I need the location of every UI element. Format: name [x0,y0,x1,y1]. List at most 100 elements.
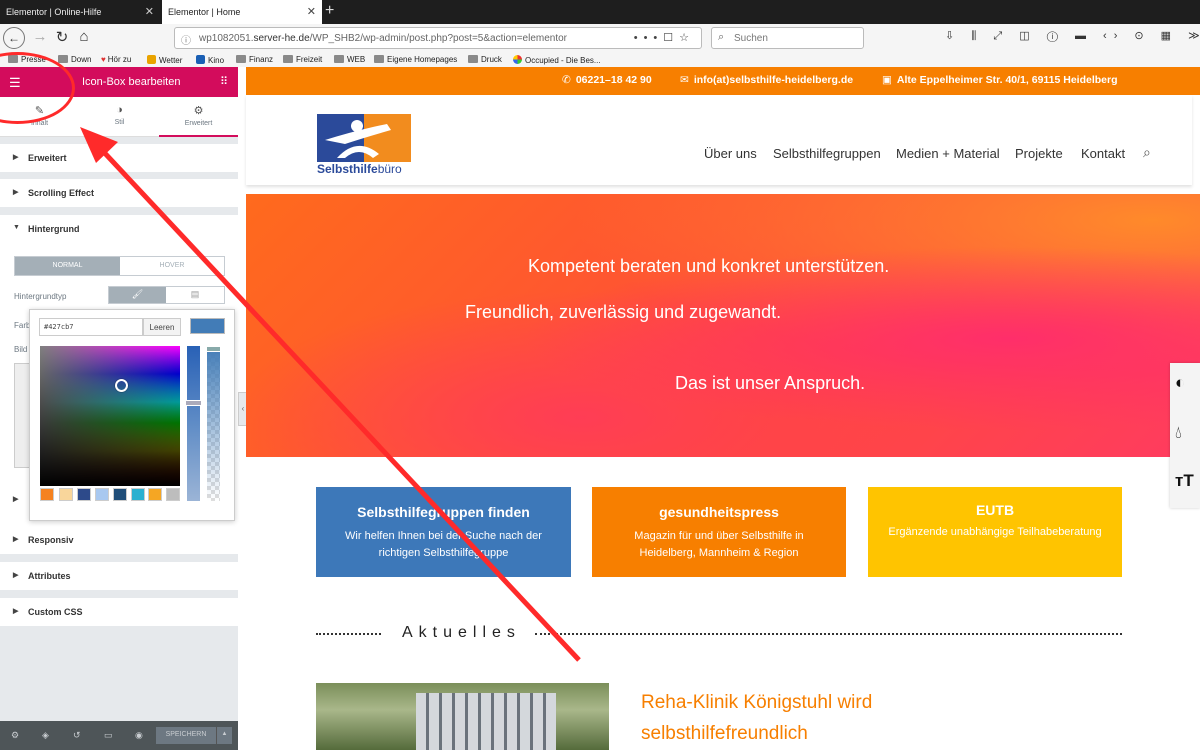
hero-line-2: Freundlich, zuverlässig und zugewandt. [465,302,782,322]
caret-right-icon: ▶ [13,496,19,503]
hex-input[interactable]: #427cb7 [39,318,143,336]
toolbar-icons[interactable]: ⇩ ⫼ ⤢ ◫ ⓘ ▬ ‹› ⊙ ▦ ≫ ☰ [945,29,1200,43]
history-icon[interactable]: ↺ [73,730,81,741]
palette-swatch[interactable] [77,488,91,501]
palette-swatch[interactable] [40,488,54,501]
bookmark[interactable]: Wetter [147,55,182,65]
news-title[interactable]: Reha-Klinik Königstuhl wird selbsthilfef… [641,687,941,749]
state-toggle: NORMAL HOVER [14,256,225,276]
folder-icon [334,55,344,63]
bookmark[interactable]: Kino [196,55,224,65]
widgets-grid-icon[interactable]: ⠿ [220,75,228,88]
menu-item-kontakt[interactable]: Kontakt [1081,146,1125,161]
new-tab-icon[interactable]: + [325,2,334,20]
bookmark-folder[interactable]: Druck [468,55,502,64]
tab-stil[interactable]: ◑ Stil [80,97,159,137]
section-custom-css[interactable]: ▶ Custom CSS [0,598,238,626]
palette-swatch[interactable] [148,488,162,501]
url-path: /WP_SHB2/wp-admin/post.php?post=5&action… [309,33,568,44]
box-gesundheitspress[interactable]: gesundheitspress Magazin für und über Se… [592,487,846,577]
page-actions-icons[interactable]: •••☐☆ [634,31,695,44]
phone-icon: ✆ [562,74,571,86]
bookmark[interactable]: Occupied - Die Bes... [513,55,601,65]
section-scrolling-effect[interactable]: ▶ Scrolling Effect [0,179,238,207]
back-icon[interactable]: ← [3,27,25,49]
bookmark-folder[interactable]: Freizeit [283,55,322,64]
close-tab-icon[interactable]: ✕ [307,5,316,18]
alpha-slider[interactable] [206,346,221,501]
bookmark-label: WEB [347,55,366,64]
section-erweitert[interactable]: ▶ Erweitert [0,144,238,172]
site-logo[interactable]: Selbsthilfebüro [317,114,411,178]
home-icon[interactable]: ⌂ [74,28,94,45]
hue-slider[interactable] [185,346,202,501]
browser-tab-active[interactable]: Elementor | Home ✕ [162,0,322,24]
section-label: Erweitert [28,153,67,163]
news-heading: Aktuelles [316,624,1122,644]
palette-swatch[interactable] [131,488,145,501]
browser-nav-bar: ← → ↻ ⌂ ⓘ wp1082051.server-he.de/WP_SHB2… [0,24,1200,52]
palette-swatch[interactable] [166,488,180,501]
box-eutb[interactable]: EUTB Ergänzende unabhängige Teilhabebera… [868,487,1122,577]
section-label: Hintergrund [28,224,80,234]
tab-normal[interactable]: NORMAL [15,257,120,275]
section-responsiv[interactable]: ▶ Responsiv [0,526,238,554]
layers-icon[interactable]: ◈ [42,730,49,741]
bookmark-label: Eigene Homepages [387,55,458,64]
bookmark-label: Druck [481,55,502,64]
news-image[interactable] [316,683,609,750]
brush-icon[interactable]: 🖌︎ [109,287,166,303]
palette-swatch[interactable] [59,488,73,501]
phone-contact[interactable]: ✆ 06221–18 42 90 [562,74,652,86]
menu-item-projekte[interactable]: Projekte [1015,146,1063,161]
forward-icon[interactable]: → [30,28,50,45]
search-icon[interactable]: ⌕ [1143,144,1151,161]
accessibility-toolbar: ◐ 💧︎ тT [1170,363,1200,508]
save-options-icon[interactable]: ▲ [216,727,232,744]
address-contact[interactable]: ▣ Alte Eppelheimer Str. 40/1, 69115 Heide… [882,74,1118,86]
box-selbsthilfegruppen[interactable]: Selbsthilfegruppen finden Wir helfen Ihn… [316,487,571,577]
saturation-field[interactable] [40,346,180,486]
address-text: Alte Eppelheimer Str. 40/1, 69115 Heidel… [896,74,1118,86]
menu-item-ueber-uns[interactable]: Über uns [704,146,757,161]
palette-swatch[interactable] [95,488,109,501]
contrast-icon[interactable]: ◐ [1175,373,1185,393]
grayscale-drop-icon[interactable]: 💧︎ [1175,423,1182,443]
bookmark-folder[interactable]: WEB [334,55,365,64]
browser-tab[interactable]: Elementor | Online-Hilfe ✕ [0,0,160,24]
bookmark-folder[interactable]: Finanz [236,55,273,64]
info-icon[interactable]: ⓘ [181,32,191,47]
background-type-label: Hintergrundtyp [14,292,67,301]
settings-icon[interactable]: ⚙ [11,730,19,741]
tab-hover[interactable]: HOVER [120,257,224,275]
save-button[interactable]: SPEICHERN [156,727,216,744]
font-size-icon[interactable]: тT [1175,471,1194,491]
gradient-icon[interactable]: ▤ [166,287,224,303]
box-title: EUTB [975,502,1015,518]
bookmark-folder[interactable]: Eigene Homepages [374,55,457,64]
alpha-handle[interactable] [206,346,221,352]
bookmark[interactable]: ♥ Hör zu [101,55,131,64]
email-contact[interactable]: ✉ info(at)selbsthilfe-heidelberg.de [680,74,853,86]
search-input[interactable]: ⌕ Suchen [711,27,864,49]
palette-swatch[interactable] [113,488,127,501]
close-tab-icon[interactable]: ✕ [145,5,154,18]
reload-icon[interactable]: ↻ [52,28,72,46]
hue-handle[interactable] [185,400,202,406]
picker-cursor[interactable] [115,379,128,392]
section-attributes[interactable]: ▶ Attributes [0,562,238,590]
hero-line-3: Das ist unser Anspruch. [675,373,866,393]
url-bar[interactable]: ⓘ wp1082051.server-he.de/WP_SHB2/wp-admi… [174,27,702,49]
section-label: Custom CSS [28,607,83,617]
clear-color-button[interactable]: Leeren [143,318,181,336]
preview-eye-icon[interactable]: ◉ [135,730,143,741]
menu-item-medien-material[interactable]: Medien + Material [896,146,1000,161]
tab-erweitert[interactable]: ⚙ Erweitert [159,97,238,137]
menu-item-selbsthilfegruppen[interactable]: Selbsthilfegruppen [773,146,881,161]
folder-icon [236,55,246,63]
building-image-detail [416,693,556,750]
email-text: info(at)selbsthilfe-heidelberg.de [693,74,854,86]
responsive-desktop-icon[interactable]: ▭ [104,730,113,741]
bookmark-folder[interactable]: Down [58,55,91,64]
tab-label: Elementor | Online-Hilfe [6,7,102,17]
